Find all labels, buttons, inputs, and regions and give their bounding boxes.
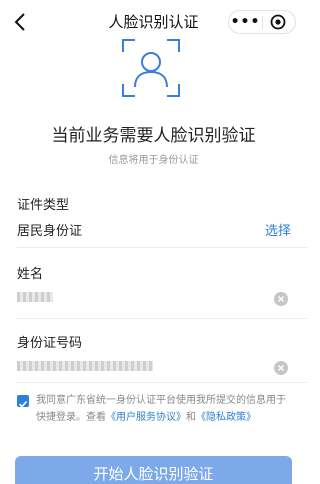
navigation-bar: 人脸识别认证 •••: [0, 6, 307, 38]
masked-id-value: [17, 361, 153, 371]
verification-headline: 当前业务需要人脸识别验证: [51, 126, 256, 146]
face-scan-icon: [121, 38, 181, 98]
agreement-and: 和: [186, 412, 196, 423]
more-icon[interactable]: •••: [229, 11, 262, 33]
cert-type-value: 居民身份证: [17, 224, 83, 239]
name-input[interactable]: [17, 284, 287, 310]
start-face-verification-button[interactable]: 开始人脸识别验证: [15, 456, 292, 484]
clear-id-icon[interactable]: [274, 360, 288, 375]
agreement-text: 我同意广东省统一身份认证平台使用我所提交的信息用于快捷登录。查看《用户服务协议》…: [36, 392, 288, 426]
divider: [17, 382, 307, 383]
back-chevron-icon[interactable]: [8, 9, 32, 35]
divider: [17, 247, 307, 248]
id-number-input[interactable]: [17, 352, 287, 378]
name-label: 姓名: [17, 267, 44, 282]
clear-name-icon[interactable]: [274, 291, 288, 306]
masked-name-value: [17, 292, 53, 302]
mini-program-capsule: •••: [228, 10, 296, 34]
cert-type-select-link[interactable]: 选择: [265, 220, 291, 239]
privacy-policy-link[interactable]: 《隐私政策》: [196, 412, 256, 423]
verification-subline: 信息将用于身份认证: [108, 155, 199, 166]
target-close-icon[interactable]: [263, 11, 296, 33]
user-service-agreement-link[interactable]: 《用户服务协议》: [106, 412, 186, 423]
divider: [17, 318, 307, 319]
check-icon: [18, 400, 28, 408]
id-number-label: 身份证号码: [17, 336, 83, 351]
agreement-checkbox[interactable]: [17, 395, 29, 408]
cert-type-label: 证件类型: [17, 198, 70, 213]
